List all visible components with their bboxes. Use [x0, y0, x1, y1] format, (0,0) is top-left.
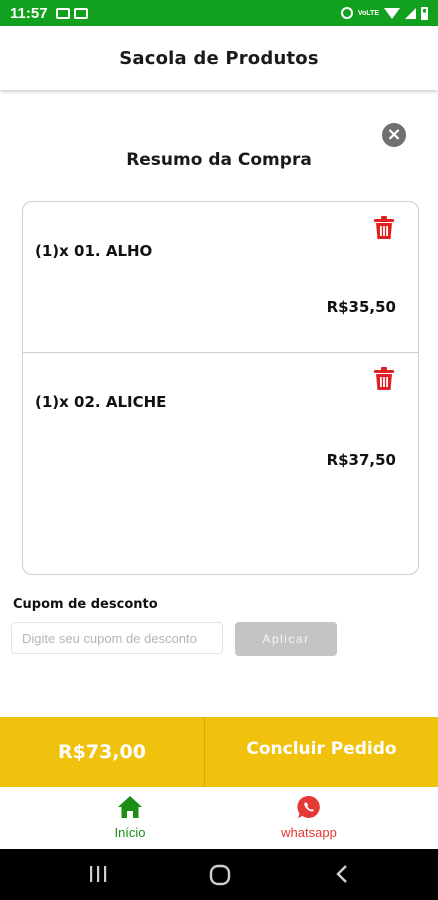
trash-icon[interactable] [374, 367, 394, 391]
order-total: R$73,00 [0, 717, 205, 787]
home-circle-icon[interactable] [209, 864, 231, 886]
close-icon[interactable]: × [382, 123, 406, 147]
item-name: (1)x 01. ALHO [35, 242, 153, 260]
fb-notification-icon [73, 7, 88, 19]
item-price: R$37,50 [326, 451, 396, 469]
nav-label-whatsapp: whatsapp [281, 825, 337, 840]
apply-coupon-button[interactable]: Aplicar [235, 622, 337, 656]
total-value: R$73,00 [58, 741, 146, 763]
status-left-icons [55, 7, 88, 19]
status-bar: 11:57 VoLTE [0, 0, 438, 26]
trash-icon[interactable] [374, 216, 394, 240]
cart-item: (1)x 01. ALHO R$35,50 [23, 202, 418, 353]
signal-icon [405, 7, 416, 19]
page-title: Sacola de Produtos [119, 47, 319, 69]
status-time: 11:57 [10, 4, 48, 22]
image-icon [55, 7, 70, 19]
summary-title: Resumo da Compra [126, 150, 312, 170]
volte-icon: VoLTE [357, 9, 379, 17]
order-bar: R$73,00 Concluir Pedido [0, 717, 438, 787]
bottom-nav: Início whatsapp [0, 787, 438, 849]
system-nav-bar [0, 849, 438, 900]
item-price: R$35,50 [326, 298, 396, 316]
whatsapp-icon [297, 795, 320, 818]
cart-list: (1)x 01. ALHO R$35,50 (1)x 02. ALICHE R$… [22, 201, 419, 575]
home-icon [118, 796, 142, 818]
status-right-icons: VoLTE [340, 6, 428, 20]
nav-item-home[interactable]: Início [70, 795, 190, 840]
wifi-icon [384, 7, 400, 19]
nav-label-home: Início [114, 825, 146, 840]
finish-order-button[interactable]: Concluir Pedido [205, 717, 438, 787]
recents-icon[interactable] [88, 864, 108, 884]
app-header: Sacola de Produtos [0, 26, 438, 90]
nav-item-whatsapp[interactable]: whatsapp [249, 795, 369, 840]
coupon-input[interactable] [11, 622, 223, 654]
coupon-label: Cupom de desconto [13, 597, 158, 612]
cart-item: (1)x 02. ALICHE R$37,50 [23, 353, 418, 503]
battery-icon [421, 6, 428, 20]
back-icon[interactable] [334, 864, 350, 884]
finish-order-label: Concluir Pedido [246, 739, 397, 759]
alarm-icon [340, 7, 353, 19]
item-name: (1)x 02. ALICHE [35, 393, 167, 411]
